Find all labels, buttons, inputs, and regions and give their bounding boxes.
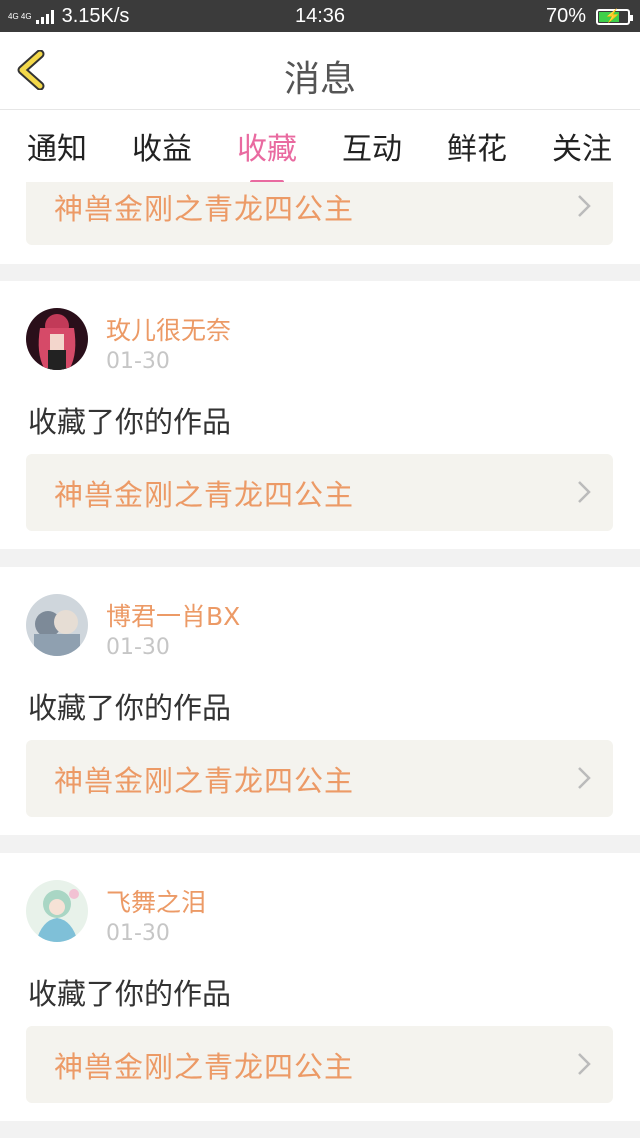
action-text: 收藏了你的作品 [28, 691, 232, 725]
action-text: 收藏了你的作品 [28, 405, 232, 439]
tab-label: 收藏 [237, 132, 297, 167]
chevron-right-icon [578, 195, 591, 217]
avatar[interactable] [26, 308, 88, 370]
work-title: 神兽金刚之青龙四公主 [54, 764, 355, 798]
app-header: 消息 [0, 32, 640, 110]
work-link[interactable]: 神兽金刚之青龙四公主 [26, 454, 613, 531]
tab-flowers[interactable]: 鲜花 [427, 124, 527, 168]
message-card: 飞舞之泪 01-30 收藏了你的作品 神兽金刚之青龙四公主 [0, 853, 640, 1121]
chevron-right-icon [578, 481, 591, 503]
action-text: 收藏了你的作品 [28, 977, 232, 1011]
battery-icon: ⚡ [596, 8, 633, 25]
username[interactable]: 博君一肖BX [106, 597, 240, 633]
tab-label: 互动 [342, 132, 402, 167]
tab-earnings[interactable]: 收益 [112, 124, 212, 168]
work-title: 神兽金刚之青龙四公主 [54, 478, 355, 512]
work-link[interactable]: 神兽金刚之青龙四公主 [26, 1026, 613, 1103]
tab-favorites[interactable]: 收藏 [217, 124, 317, 184]
username[interactable]: 飞舞之泪 [106, 883, 206, 919]
work-title: 神兽金刚之青龙四公主 [54, 192, 355, 226]
tab-label: 鲜花 [447, 132, 507, 167]
tab-notifications[interactable]: 通知 [7, 124, 107, 168]
message-date: 01-30 [106, 921, 170, 946]
message-list[interactable]: 神兽金刚之青龙四公主 玫儿很无奈 01-30 收藏了你的作品 神兽金刚之青龙四公… [0, 182, 640, 1138]
message-card: 博君一肖BX 01-30 收藏了你的作品 神兽金刚之青龙四公主 [0, 567, 640, 835]
tab-label: 关注 [552, 132, 612, 167]
work-title: 神兽金刚之青龙四公主 [54, 1050, 355, 1084]
page-title: 消息 [283, 59, 356, 100]
avatar[interactable] [26, 880, 88, 942]
avatar[interactable] [26, 594, 88, 656]
message-card: 玫儿很无奈 01-30 收藏了你的作品 神兽金刚之青龙四公主 [0, 281, 640, 549]
message-card: 神兽金刚之青龙四公主 [0, 182, 640, 264]
tab-bar: 通知 收益 收藏 互动 鲜花 关注 [0, 110, 640, 184]
tab-label: 收益 [132, 132, 192, 167]
tab-interactions[interactable]: 互动 [322, 124, 422, 168]
battery-percent: 70% [545, 5, 586, 27]
tab-label: 通知 [27, 132, 87, 167]
chevron-right-icon [578, 767, 591, 789]
tab-follows[interactable]: 关注 [532, 124, 632, 168]
work-link[interactable]: 神兽金刚之青龙四公主 [26, 740, 613, 817]
status-right: 70% ⚡ [545, 5, 633, 28]
work-link[interactable]: 神兽金刚之青龙四公主 [26, 182, 613, 245]
clock: 14:36 [294, 5, 346, 27]
message-date: 01-30 [106, 635, 170, 660]
message-date: 01-30 [106, 349, 170, 374]
chevron-right-icon [578, 1053, 591, 1075]
status-bar: 4G 4G 3.15K/s 14:36 70% ⚡ [0, 0, 640, 32]
username[interactable]: 玫儿很无奈 [106, 311, 231, 347]
